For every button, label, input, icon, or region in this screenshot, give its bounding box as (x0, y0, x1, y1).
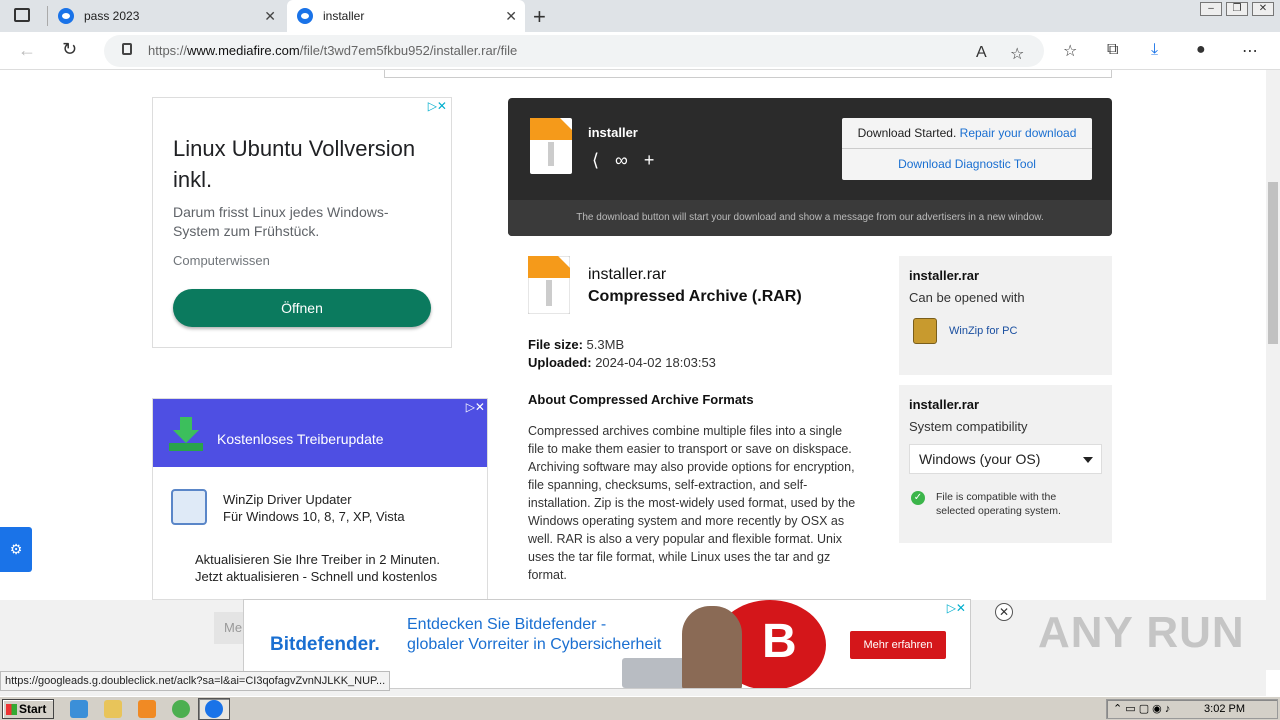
read-aloud-icon[interactable]: A (976, 44, 987, 62)
panel-subtitle: System compatibility (909, 419, 1028, 434)
about-text: Compressed archives combine multiple fil… (528, 424, 856, 582)
tab-title: installer (323, 9, 365, 23)
settings-menu-icon[interactable]: ⋯ (1242, 41, 1258, 61)
winzip-icon (913, 318, 937, 344)
download-box: installer ⟨ ∞ + Download Started. Repair… (508, 98, 1112, 236)
edge-icon (205, 700, 223, 718)
status-url: https://googleads.g.doubleclick.net/aclk… (0, 671, 391, 691)
url-box[interactable]: https://www.mediafire.com/file/t3wd7em5f… (104, 35, 1044, 67)
lock-icon[interactable] (122, 43, 132, 55)
compatibility-panel: installer.rar System compatibility Windo… (899, 385, 1112, 543)
tab-pass-2023[interactable]: pass 2023 ✕ (48, 0, 284, 32)
linux-ad[interactable]: ▷✕ Linux Ubuntu Vollversion inkl. Darum … (152, 97, 452, 348)
new-tab-button[interactable]: + (533, 4, 546, 30)
ad-product: WinZip Driver Updater Für Windows 10, 8,… (223, 492, 405, 524)
ad-headline: Linux Ubuntu Vollversion inkl. (173, 136, 416, 192)
back-button[interactable]: ← (18, 40, 36, 61)
taskbar: Start ⌃ ▭ ▢ ◉ ♪ 3:02 PM (0, 696, 1280, 720)
about-title: About Compressed Archive Formats (528, 392, 754, 407)
scrollbar-thumb[interactable] (1268, 182, 1278, 344)
panel-subtitle: Can be opened with (909, 290, 1025, 305)
tray-icons[interactable]: ⌃ ▭ ▢ ◉ ♪ (1113, 702, 1170, 715)
edge-favicon-icon (58, 8, 74, 24)
adchoices-icon[interactable]: ▷✕ (947, 601, 966, 615)
file-name: installer.rar (588, 266, 667, 283)
tab-installer[interactable]: installer ✕ (287, 0, 525, 32)
add-favorite-icon[interactable]: ☆ (1010, 44, 1024, 64)
tab-title: pass 2023 (84, 9, 140, 23)
adchoices-icon[interactable]: ▷✕ (428, 99, 447, 113)
tab-actions-icon[interactable] (14, 8, 30, 22)
diagnostic-tool-link[interactable]: Download Diagnostic Tool (842, 149, 1092, 180)
ad-description: Aktualisieren Sie Ihre Treiber in 2 Minu… (195, 552, 440, 584)
open-with-panel: installer.rar Can be opened with WinZip … (899, 256, 1112, 375)
feedback-button[interactable]: ⚙ (0, 527, 32, 572)
download-started: Download Started. Repair your download (842, 118, 1092, 149)
window-controls: – ❐ ✕ (1200, 2, 1274, 16)
download-status: Download Started. Repair your download D… (842, 118, 1092, 180)
bitdefender-logo: Bitdefender. (270, 634, 380, 655)
winzip-link[interactable]: WinZip for PC (913, 318, 1017, 344)
downloads-icon[interactable]: ⤓ (1151, 41, 1158, 59)
bitdefender-b-icon: B (762, 615, 797, 668)
ad-header: Kostenloses Treiberupdate (153, 399, 487, 467)
chrome-icon[interactable] (172, 700, 190, 718)
check-icon: ✓ (911, 491, 925, 505)
file-type: Compressed Archive (.RAR) (588, 288, 802, 305)
download-filename: installer (588, 125, 638, 140)
driver-update-ad[interactable]: Kostenloses Treiberupdate ▷✕ WinZip Driv… (152, 398, 488, 600)
system-tray: ⌃ ▭ ▢ ◉ ♪ 3:02 PM (1106, 699, 1278, 719)
favorites-icon[interactable]: ☆ (1063, 41, 1077, 61)
file-meta: File size: 5.3MB Uploaded: 2024-04-02 18… (528, 337, 716, 370)
ie-icon[interactable] (70, 700, 88, 718)
compat-text: File is compatible with the selected ope… (936, 491, 1061, 517)
anyrun-watermark: ANY RUN (1038, 608, 1245, 657)
learn-more-button[interactable]: Mehr erfahren (850, 631, 946, 659)
edge-taskbar-button[interactable] (198, 698, 230, 720)
adchoices-icon[interactable]: ▷✕ (466, 400, 485, 414)
person-image (682, 606, 742, 688)
address-toolbar: ← ↻ https://www.mediafire.com/file/t3wd7… (0, 32, 1280, 70)
minimize-button[interactable]: – (1200, 2, 1222, 16)
tab-strip: pass 2023 ✕ installer ✕ + – ❐ ✕ (0, 0, 1280, 32)
close-tab-icon[interactable]: ✕ (264, 8, 276, 25)
winzip-driver-icon (171, 489, 207, 525)
page-scrollbar[interactable] (1266, 70, 1280, 670)
download-note: The download button will start your down… (508, 200, 1112, 236)
archive-file-icon (528, 256, 570, 314)
file-actions: ⟨ ∞ + (592, 150, 654, 171)
windows-flag-icon (6, 704, 17, 715)
close-ad-button[interactable]: ✕ (995, 603, 1013, 621)
panel-title: installer.rar (909, 268, 980, 283)
archive-file-icon (530, 118, 572, 174)
download-arrow-icon (169, 417, 203, 451)
close-tab-icon[interactable]: ✕ (505, 8, 517, 25)
clock[interactable]: 3:02 PM (1204, 703, 1245, 715)
ad-text: Entdecken Sie Bitdefender - globaler Vor… (407, 616, 662, 653)
share-icon[interactable]: ⟨ (592, 150, 599, 171)
chevron-down-icon (1083, 457, 1093, 463)
url-text[interactable]: https://www.mediafire.com/file/t3wd7em5f… (148, 43, 517, 58)
reload-button[interactable]: ↻ (62, 39, 77, 60)
explorer-icon[interactable] (104, 700, 122, 718)
panel-title: installer.rar (909, 397, 980, 412)
start-button[interactable]: Start (2, 699, 54, 719)
os-select[interactable]: Windows (your OS) (909, 444, 1102, 474)
ad-open-button[interactable]: Öffnen (173, 289, 431, 327)
upload-date: 2024-04-02 18:03:53 (595, 355, 716, 370)
restore-button[interactable]: ❐ (1226, 2, 1248, 16)
ad-source: Computerwissen (173, 253, 270, 268)
ad-body: Darum frisst Linux jedes Windows-System … (173, 204, 389, 239)
file-size: 5.3MB (586, 337, 625, 352)
profile-avatar[interactable]: ● (1196, 41, 1206, 59)
add-icon[interactable]: + (644, 150, 655, 171)
ad-header-title: Kostenloses Treiberupdate (217, 431, 384, 447)
repair-download-link[interactable]: Repair your download (960, 126, 1077, 140)
copy-link-icon[interactable]: ∞ (615, 150, 628, 171)
collections-icon[interactable]: ⧉ (1107, 41, 1118, 59)
edge-favicon-icon (297, 8, 313, 24)
media-player-icon[interactable] (138, 700, 156, 718)
top-banner-ad (384, 70, 1112, 78)
close-window-button[interactable]: ✕ (1252, 2, 1274, 16)
